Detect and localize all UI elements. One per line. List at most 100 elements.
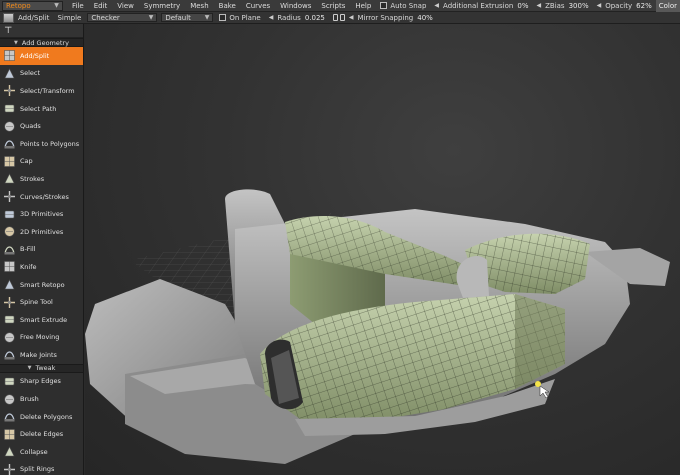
tool-split-rings[interactable]: Split Rings xyxy=(0,461,83,475)
on-plane-toggle[interactable]: On Plane xyxy=(215,14,264,22)
section-add-geometry[interactable]: ▼ Add Geometry xyxy=(0,38,83,47)
menu-curves[interactable]: Curves xyxy=(241,2,275,10)
tool-select-path[interactable]: Select Path xyxy=(0,100,83,118)
section-tweak[interactable]: ▼ Tweak xyxy=(0,363,83,373)
mirror-snapping-label: Mirror Snapping xyxy=(357,13,414,22)
mirror-snapping-control[interactable]: ◀ Mirror Snapping 40% xyxy=(329,14,437,22)
arrow-left-icon[interactable]: ◀ xyxy=(536,2,541,9)
on-plane-label: On Plane xyxy=(229,13,261,22)
menu-scripts[interactable]: Scripts xyxy=(316,2,350,10)
tweak-tools-list: Sharp Edges Brush Delete Polygons Delete Ed… xyxy=(0,373,83,475)
collapse-icon xyxy=(3,445,16,458)
radius-value[interactable]: 0.025 xyxy=(305,14,325,22)
split-rings-icon xyxy=(3,463,16,475)
tool-label: Collapse xyxy=(20,447,48,456)
strokes-icon xyxy=(3,172,16,185)
opacity-value[interactable]: 62% xyxy=(636,2,652,10)
tool-label: 3D Primitives xyxy=(20,210,64,219)
additional-extrusion-value[interactable]: 0% xyxy=(517,2,528,10)
arrow-left-icon[interactable]: ◀ xyxy=(434,2,439,9)
tool-points-to-polygons[interactable]: Points to Polygons xyxy=(0,135,83,153)
tool-label: Add/Split xyxy=(20,51,50,60)
move-arrows-icon xyxy=(3,84,16,97)
chevron-down-icon: ▼ xyxy=(204,14,210,21)
smart-extrude-icon xyxy=(3,313,16,326)
viewport-3d[interactable] xyxy=(85,24,680,475)
additional-extrusion-control[interactable]: ◀ Additional Extrusion 0% xyxy=(430,2,532,10)
tool-brush[interactable]: Brush xyxy=(0,390,83,408)
knife-icon xyxy=(3,260,16,273)
menu-mesh[interactable]: Mesh xyxy=(185,2,213,10)
mirror-icon[interactable] xyxy=(332,14,345,22)
auto-snap-toggle[interactable]: Auto Snap xyxy=(376,2,430,10)
scene-render xyxy=(85,189,670,464)
tool-label: Smart Extrude xyxy=(20,315,68,324)
tool-smart-retopo[interactable]: Smart Retopo xyxy=(0,276,83,294)
tool-free-moving[interactable]: Free Moving xyxy=(0,329,83,347)
tool-2d-primitives[interactable]: 2D Primitives xyxy=(0,223,83,241)
zbias-value[interactable]: 300% xyxy=(569,2,589,10)
tool-collapse[interactable]: Collapse xyxy=(0,443,83,461)
tool-label: Curves/Strokes xyxy=(20,192,69,201)
tool-make-joints[interactable]: Make Joints xyxy=(0,346,83,364)
tool-sharp-edges[interactable]: Sharp Edges xyxy=(0,373,83,391)
tool-label: Delete Polygons xyxy=(20,412,73,421)
mirror-snapping-value[interactable]: 40% xyxy=(417,14,433,22)
on-plane-checkbox[interactable] xyxy=(219,14,227,21)
mode-select[interactable]: Checker ▼ xyxy=(87,13,158,22)
text-tool-icon[interactable]: ⊤ xyxy=(4,26,12,36)
tool-label: Select/Transform xyxy=(20,86,75,95)
room-selector[interactable]: Retopo ▼ xyxy=(2,0,63,11)
smart-retopo-icon xyxy=(3,278,16,291)
preset-select-value: Default xyxy=(165,13,191,22)
tool-cap[interactable]: Cap xyxy=(0,153,83,171)
menu-bar: Retopo ▼ File Edit View Symmetry Mesh Ba… xyxy=(0,0,680,12)
menu-view[interactable]: View xyxy=(112,2,139,10)
tool-3d-primitives[interactable]: 3D Primitives xyxy=(0,205,83,223)
delete-edges-icon xyxy=(3,428,16,441)
radius-control[interactable]: ◀ Radius 0.025 xyxy=(265,14,329,22)
color-button-label: Color xyxy=(658,1,677,10)
opacity-label: Opacity xyxy=(605,1,633,10)
b-fill-icon xyxy=(3,243,16,256)
arrow-left-icon[interactable]: ◀ xyxy=(349,14,354,21)
curves-strokes-icon xyxy=(3,190,16,203)
opacity-control[interactable]: ◀ Opacity 62% xyxy=(593,2,656,10)
tool-quads[interactable]: Quads xyxy=(0,117,83,135)
tool-smart-extrude[interactable]: Smart Extrude xyxy=(0,311,83,329)
menu-windows[interactable]: Windows xyxy=(275,2,316,10)
tool-label: Delete Edges xyxy=(20,430,64,439)
mode-label: Simple xyxy=(57,13,82,22)
tool-delete-polygons[interactable]: Delete Polygons xyxy=(0,408,83,426)
color-button[interactable]: Color xyxy=(655,0,680,12)
radius-label: Radius xyxy=(277,13,301,22)
arrow-left-icon[interactable]: ◀ xyxy=(269,14,274,21)
tool-label: Make Joints xyxy=(20,350,57,359)
make-joints-icon xyxy=(3,348,16,361)
sharp-edges-icon xyxy=(3,375,16,388)
free-moving-icon xyxy=(3,331,16,344)
collapse-triangle-icon: ▼ xyxy=(14,39,18,46)
auto-snap-checkbox[interactable] xyxy=(380,2,388,9)
menu-help[interactable]: Help xyxy=(350,2,376,10)
menu-bake[interactable]: Bake xyxy=(214,2,241,10)
tool-knife[interactable]: Knife xyxy=(0,258,83,276)
preset-select[interactable]: Default ▼ xyxy=(161,13,214,22)
menu-edit[interactable]: Edit xyxy=(89,2,113,10)
tool-curves-strokes[interactable]: Curves/Strokes xyxy=(0,188,83,206)
tool-select[interactable]: Select xyxy=(0,65,83,83)
tool-select-transform[interactable]: Select/Transform xyxy=(0,82,83,100)
tool-delete-edges[interactable]: Delete Edges xyxy=(0,425,83,443)
tool-label: Select xyxy=(20,69,41,78)
tool-strokes[interactable]: Strokes xyxy=(0,170,83,188)
collapse-triangle-icon: ▼ xyxy=(27,365,32,372)
tool-b-fill[interactable]: B-Fill xyxy=(0,241,83,259)
arrow-left-icon[interactable]: ◀ xyxy=(597,2,602,9)
tool-add-split[interactable]: Add/Split xyxy=(0,47,83,65)
zbias-control[interactable]: ◀ ZBias 300% xyxy=(532,2,592,10)
menu-file[interactable]: File xyxy=(67,2,89,10)
tool-spine-tool[interactable]: Spine Tool xyxy=(0,293,83,311)
chevron-down-icon: ▼ xyxy=(54,2,59,9)
menu-symmetry[interactable]: Symmetry xyxy=(139,2,185,10)
tools-panel-header: ⊤ xyxy=(0,24,83,38)
